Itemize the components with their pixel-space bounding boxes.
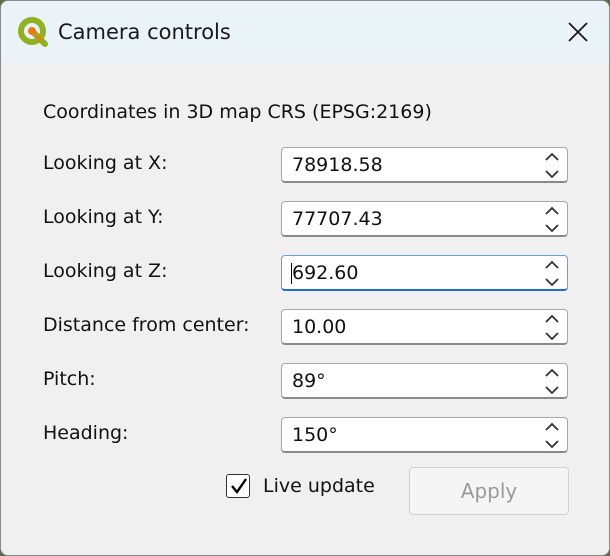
- looking-at-z-value[interactable]: 692.60: [292, 256, 358, 290]
- spin-arrows: [537, 202, 567, 236]
- camera-controls-dialog: Camera controls Coordinates in 3D map CR…: [0, 0, 610, 556]
- chevron-down-icon: [545, 277, 559, 286]
- looking-at-y-spinbox[interactable]: 77707.43: [281, 201, 568, 237]
- spin-up-button[interactable]: [537, 256, 567, 273]
- live-update-checkbox[interactable]: [226, 474, 250, 498]
- spin-arrows: [537, 418, 567, 452]
- spin-down-button[interactable]: [537, 381, 567, 398]
- spin-up-button[interactable]: [537, 364, 567, 381]
- looking-at-y-label: Looking at Y:: [43, 206, 164, 228]
- distance-from-center-value[interactable]: 10.00: [292, 310, 346, 344]
- crs-label: Coordinates in 3D map CRS (EPSG:2169): [43, 101, 432, 123]
- chevron-up-icon: [545, 206, 559, 215]
- looking-at-x-label: Looking at X:: [43, 152, 168, 174]
- heading-label: Heading:: [43, 422, 129, 444]
- chevron-up-icon: [545, 260, 559, 269]
- spin-down-button[interactable]: [537, 435, 567, 452]
- qgis-logo-icon: [17, 16, 49, 48]
- title-bar[interactable]: Camera controls: [1, 1, 609, 63]
- close-icon: [568, 22, 588, 42]
- spin-arrows: [537, 310, 567, 344]
- chevron-down-icon: [545, 169, 559, 178]
- heading-spinbox[interactable]: 150°: [281, 417, 568, 453]
- spin-down-button[interactable]: [537, 165, 567, 182]
- spin-down-button[interactable]: [537, 219, 567, 236]
- apply-button[interactable]: Apply: [409, 467, 569, 515]
- chevron-down-icon: [545, 331, 559, 340]
- chevron-up-icon: [545, 422, 559, 431]
- close-button[interactable]: [547, 1, 609, 63]
- chevron-down-icon: [545, 385, 559, 394]
- distance-from-center-spinbox[interactable]: 10.00: [281, 309, 568, 345]
- spin-up-button[interactable]: [537, 310, 567, 327]
- window-title: Camera controls: [58, 20, 231, 44]
- looking-at-z-spinbox[interactable]: 692.60: [281, 255, 568, 291]
- chevron-down-icon: [545, 439, 559, 448]
- heading-value[interactable]: 150°: [292, 418, 338, 452]
- pitch-value[interactable]: 89°: [292, 364, 326, 398]
- spin-up-button[interactable]: [537, 202, 567, 219]
- distance-from-center-label: Distance from center:: [43, 314, 250, 336]
- spin-up-button[interactable]: [537, 418, 567, 435]
- chevron-up-icon: [545, 152, 559, 161]
- chevron-down-icon: [545, 223, 559, 232]
- looking-at-x-spinbox[interactable]: 78918.58: [281, 147, 568, 183]
- spin-arrows: [537, 364, 567, 398]
- live-update-label[interactable]: Live update: [263, 475, 375, 497]
- chevron-up-icon: [545, 368, 559, 377]
- spin-up-button[interactable]: [537, 148, 567, 165]
- checkmark-icon: [231, 478, 247, 494]
- spin-down-button[interactable]: [537, 273, 567, 290]
- chevron-up-icon: [545, 314, 559, 323]
- looking-at-x-value[interactable]: 78918.58: [292, 148, 383, 182]
- looking-at-y-value[interactable]: 77707.43: [292, 202, 383, 236]
- pitch-label: Pitch:: [43, 368, 96, 390]
- looking-at-z-label: Looking at Z:: [43, 260, 168, 282]
- spin-arrows: [537, 148, 567, 182]
- dialog-content: Coordinates in 3D map CRS (EPSG:2169) Lo…: [1, 63, 609, 555]
- spin-down-button[interactable]: [537, 327, 567, 344]
- spin-arrows: [537, 256, 567, 290]
- pitch-spinbox[interactable]: 89°: [281, 363, 568, 399]
